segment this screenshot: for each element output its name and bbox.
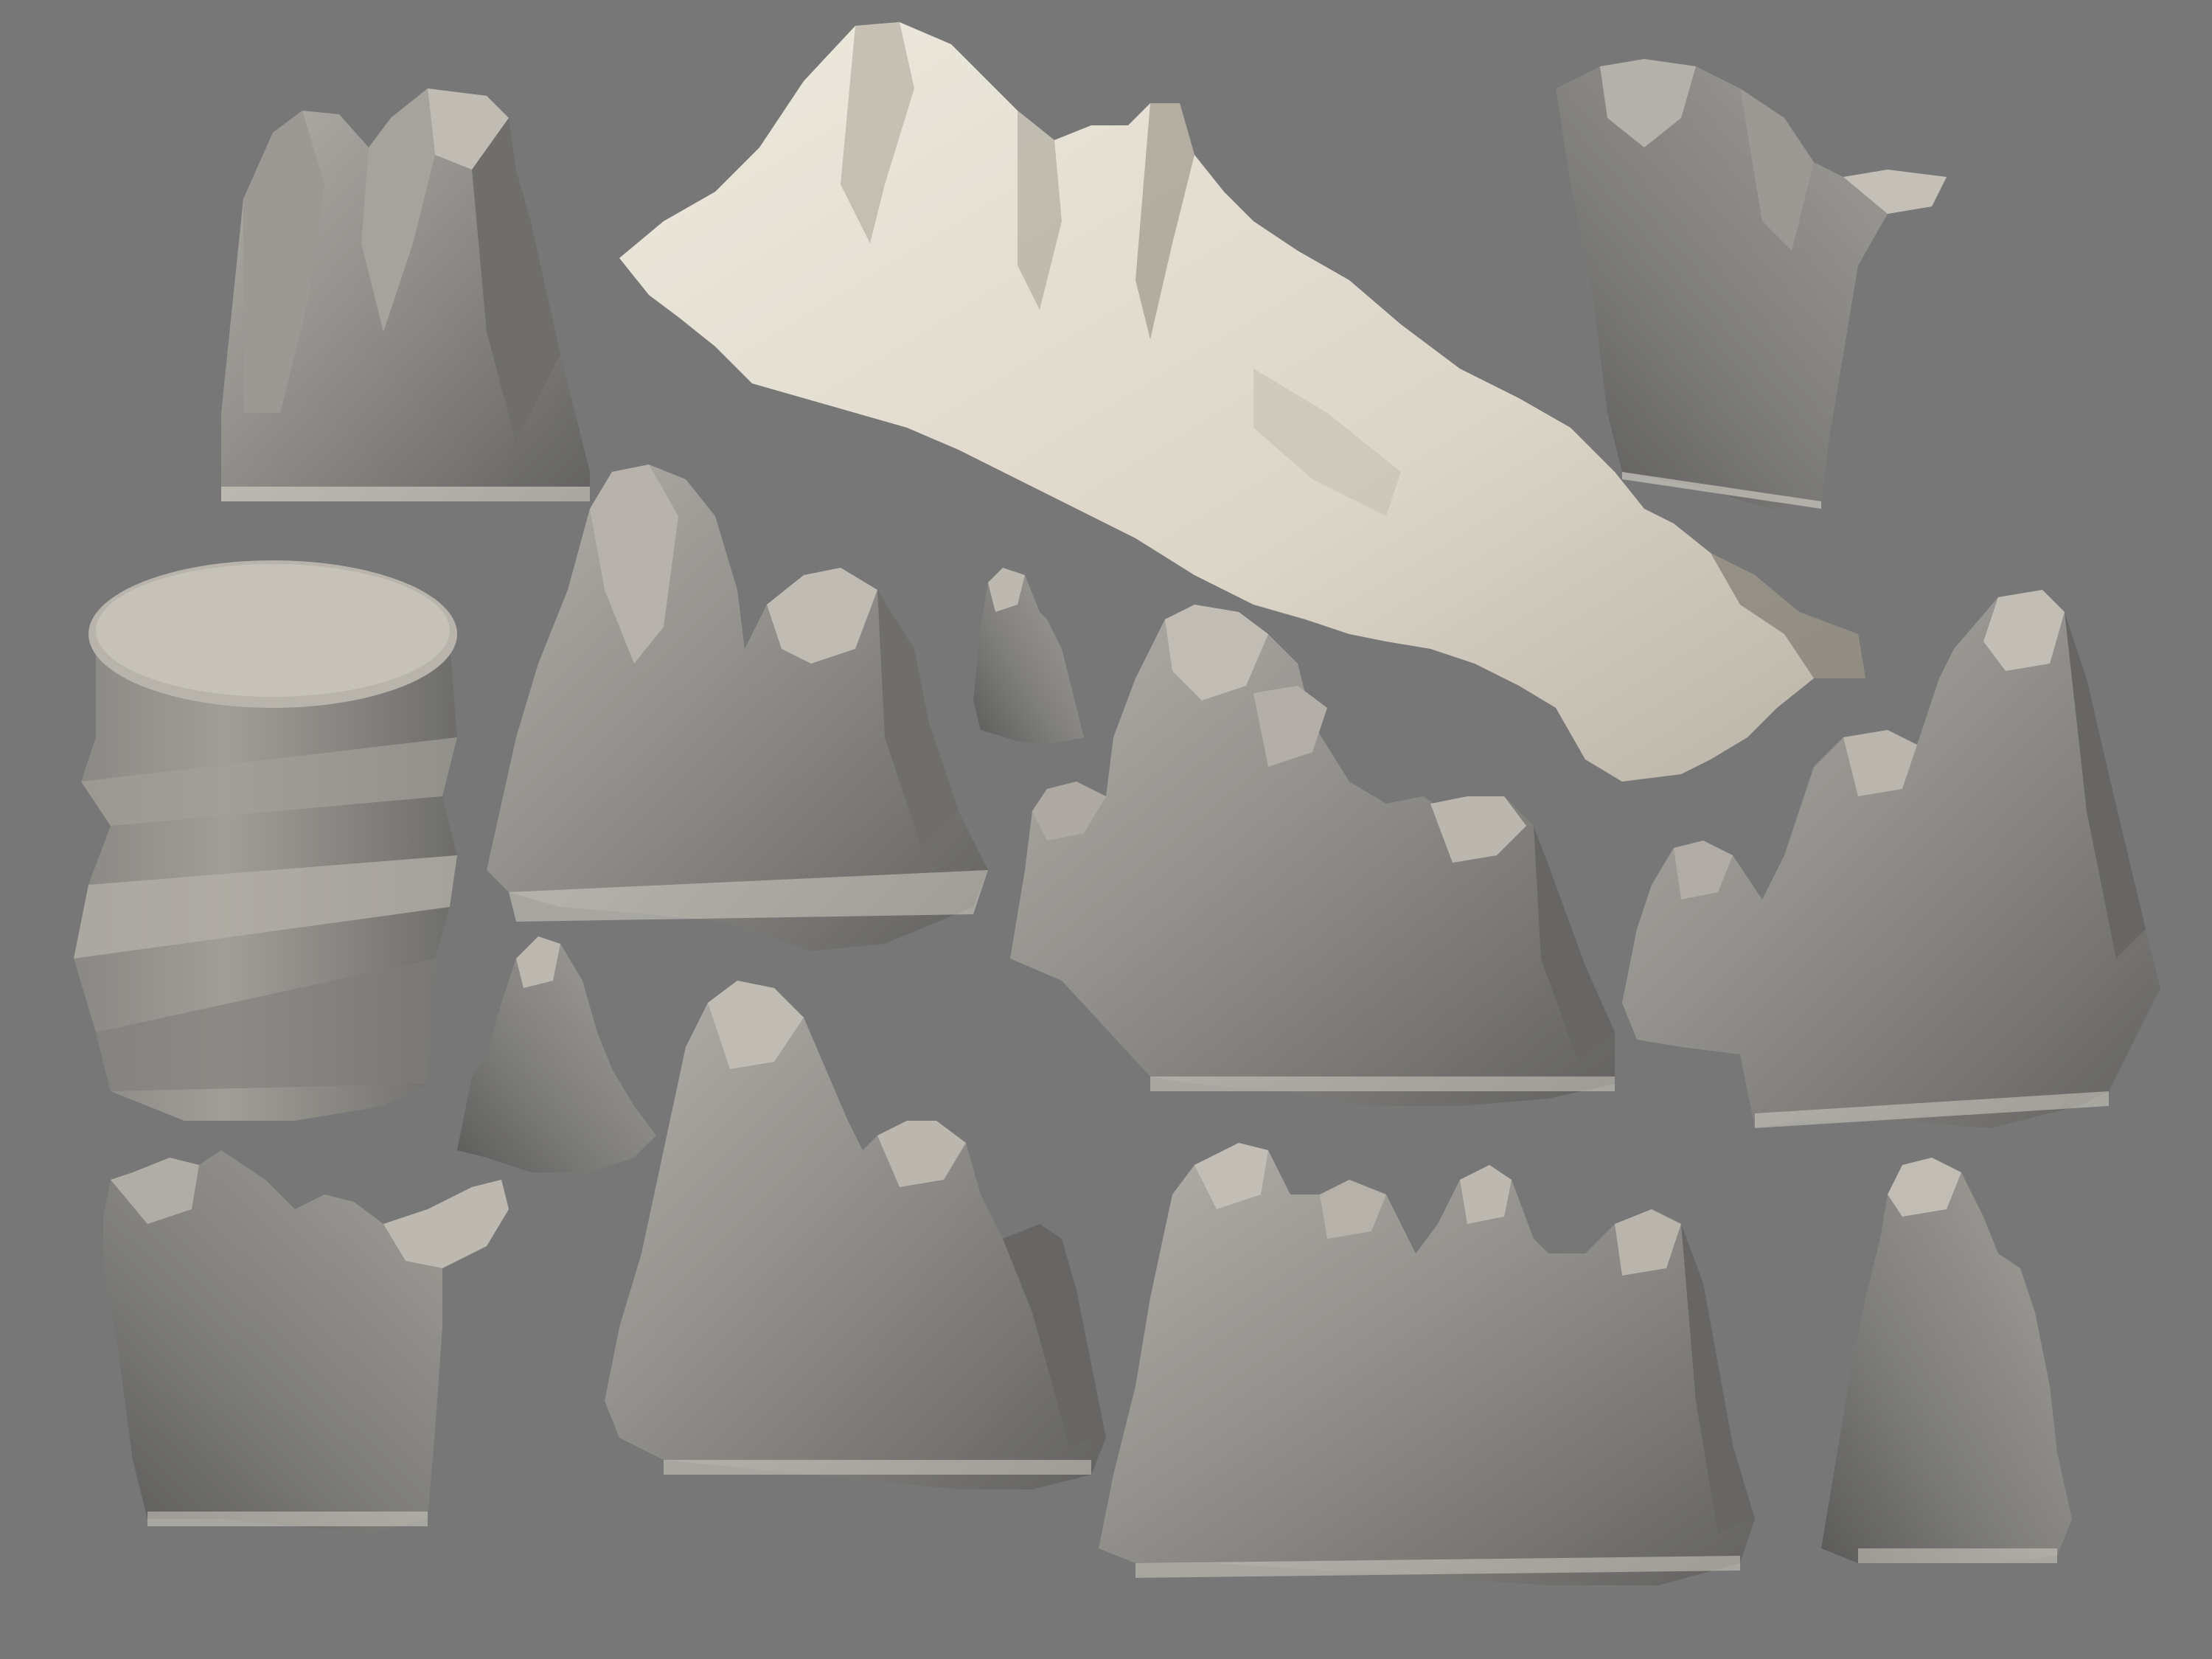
rock-row-bottom-center xyxy=(1099,1143,1755,1585)
rock-cliff-top-right xyxy=(1556,59,1947,509)
rock-cluster-top-left xyxy=(221,88,590,501)
flat-top-rock-pillar xyxy=(74,560,457,1121)
rock-cliff-bottom-left xyxy=(103,1150,509,1534)
rock-small-spire xyxy=(973,568,1084,745)
scene-canvas xyxy=(74,22,2160,1585)
3d-rock-models-scene xyxy=(0,0,2212,1659)
rock-twin-peaks-bottom-center xyxy=(605,981,1106,1489)
rock-single-peak-bottom-right xyxy=(1821,1158,2072,1563)
rock-twin-peaks-center-left xyxy=(487,465,988,951)
rock-small-spire-left xyxy=(457,936,656,1172)
